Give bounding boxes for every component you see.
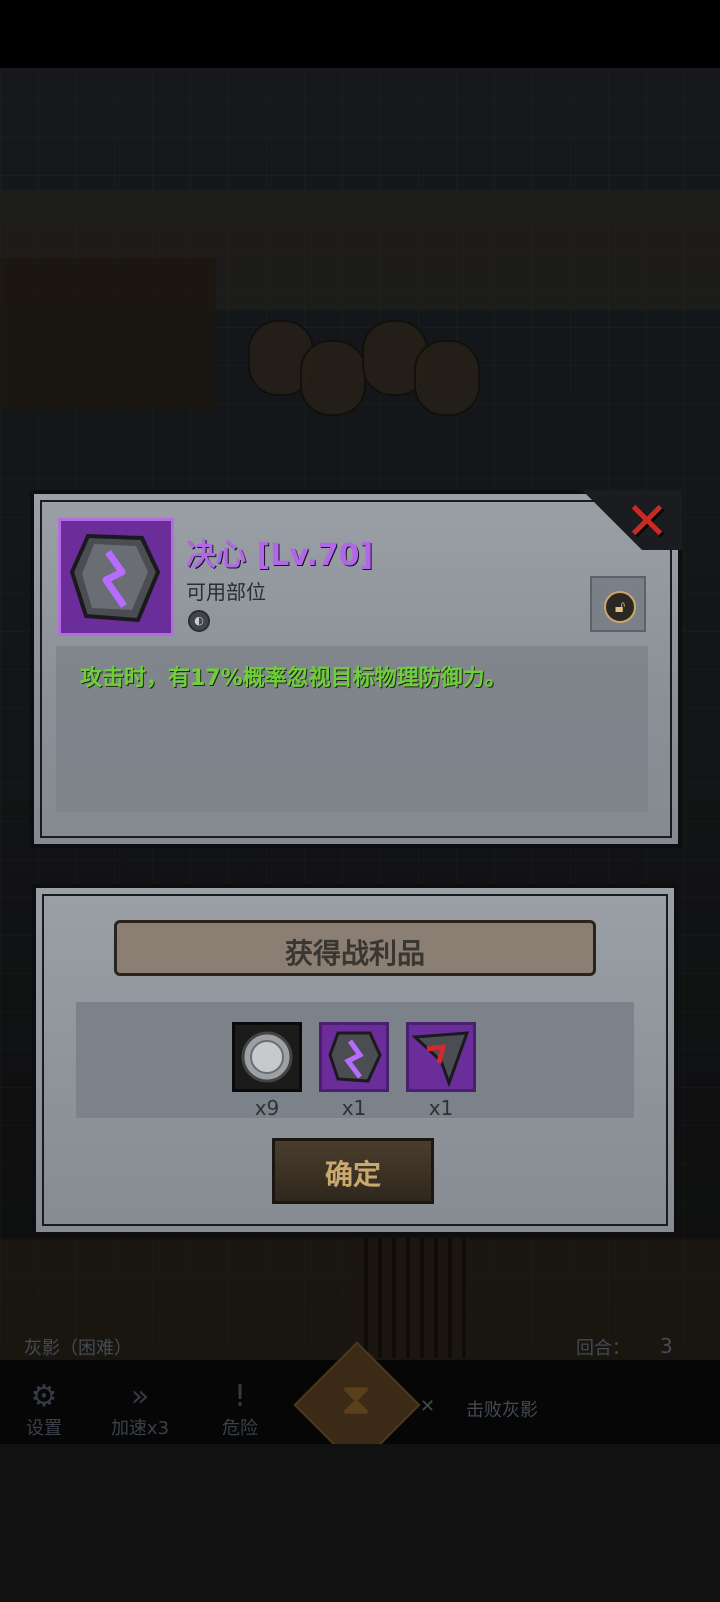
fast-forward-icon: »: [130, 1379, 150, 1414]
round-value: 3: [660, 1334, 673, 1358]
objective-icon: ✕: [420, 1396, 436, 1417]
silver-coin-icon: [241, 1031, 293, 1083]
equip-slot-icon: ◐: [188, 610, 210, 632]
purple-rune-stone-icon: [328, 1031, 382, 1083]
settings-button[interactable]: ⚙ 设置: [8, 1380, 80, 1440]
close-button[interactable]: ✕: [620, 496, 674, 550]
loot-count: x1: [428, 1096, 454, 1120]
loot-item-coin[interactable]: [232, 1022, 302, 1092]
bottom-area: [0, 1444, 720, 1602]
game-scene: 灰影（困难） 回合： 3 ⚙ 设置 » 加速x3 ! 危险 ⧗ ✕ 击败灰影 ✕…: [0, 0, 720, 1602]
item-slot-label: 可用部位: [186, 580, 266, 604]
stage-label: 灰影（困难）: [24, 1338, 132, 1359]
gear-icon: ⚙: [30, 1379, 58, 1414]
item-name: 决心 [Lv.70]: [186, 538, 374, 573]
loot-count: x9: [254, 1096, 280, 1120]
objective-label: 击败灰影: [466, 1400, 538, 1421]
speed-button[interactable]: » 加速x3: [104, 1380, 176, 1440]
hourglass-icon: ⧗: [340, 1374, 372, 1425]
item-description: 攻击时，有17%概率忽视目标物理防御力。: [80, 666, 507, 691]
danger-label: 危险: [222, 1418, 258, 1439]
purple-rune-stone-icon: [69, 533, 161, 623]
loot-item-rune[interactable]: [319, 1022, 389, 1092]
lock-button[interactable]: 🔓︎: [590, 576, 646, 632]
red-arrow-rune-icon: [411, 1031, 470, 1088]
loot-count: x1: [341, 1096, 367, 1120]
unlocked-padlock-icon: 🔓︎: [604, 591, 636, 623]
loot-item-arrow-rune[interactable]: [406, 1022, 476, 1092]
speed-label: 加速x3: [110, 1418, 170, 1439]
round-label: 回合：: [576, 1338, 630, 1359]
settings-label: 设置: [26, 1418, 62, 1439]
danger-button[interactable]: ! 危险: [204, 1380, 276, 1440]
warning-icon: !: [233, 1379, 247, 1414]
confirm-label: 确定: [324, 1158, 381, 1191]
status-bar: [0, 0, 720, 68]
loot-title: 获得战利品: [284, 937, 425, 970]
red-x-close-icon: ✕: [625, 492, 669, 552]
